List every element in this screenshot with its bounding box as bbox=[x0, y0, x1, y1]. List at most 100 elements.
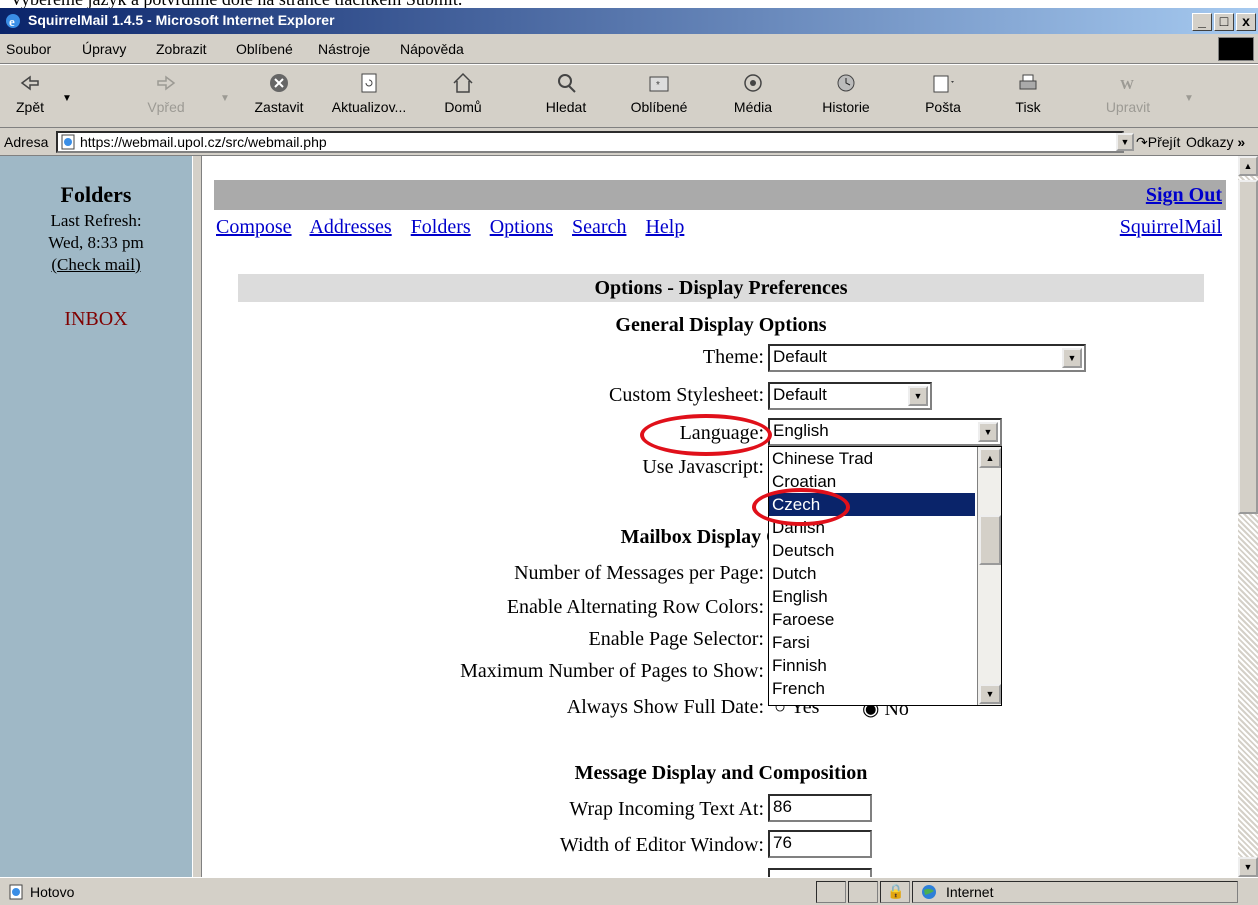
options-content: Sign Out Compose Addresses Folders Optio… bbox=[202, 156, 1238, 877]
scroll-up-icon[interactable]: ▲ bbox=[979, 448, 1001, 468]
page-scrollbar[interactable]: ▲ ▼ bbox=[1238, 156, 1258, 877]
addresses-link[interactable]: Addresses bbox=[309, 216, 391, 238]
address-label: Adresa bbox=[4, 134, 49, 150]
address-input[interactable]: https://webmail.upol.cz/src/webmail.php bbox=[56, 131, 1124, 153]
page-scroll-down-icon[interactable]: ▼ bbox=[1238, 857, 1258, 877]
home-button[interactable]: Domů bbox=[438, 69, 488, 125]
links-button[interactable]: Odkazy » bbox=[1186, 134, 1245, 150]
menu-soubor[interactable]: Soubor bbox=[6, 41, 51, 57]
mail-button[interactable]: Pošta bbox=[918, 69, 968, 125]
edit-button[interactable]: W Upravit bbox=[1100, 69, 1156, 125]
page-viewport: Folders Last Refresh: Wed, 8:33 pm (Chec… bbox=[0, 156, 1238, 877]
favorites-icon: * bbox=[649, 76, 669, 92]
menu-upravy[interactable]: Úpravy bbox=[82, 41, 126, 57]
close-button[interactable]: x bbox=[1236, 13, 1256, 31]
menu-zobrazit[interactable]: Zobrazit bbox=[156, 41, 207, 57]
home-icon bbox=[453, 72, 473, 93]
refresh-time: Wed, 8:33 pm bbox=[48, 233, 144, 252]
inbox-link[interactable]: INBOX bbox=[0, 308, 192, 331]
partial-input[interactable] bbox=[768, 868, 872, 877]
full-date-label: Always Show Full Date: bbox=[566, 696, 764, 718]
language-option[interactable]: Faroese bbox=[769, 608, 975, 631]
standard-toolbar: Zpět ▼ Vpřed ▼ Zastavit Aktualizov... Do… bbox=[0, 64, 1258, 128]
search-label: Hledat bbox=[545, 99, 587, 115]
menu-oblibene[interactable]: Oblíbené bbox=[236, 41, 293, 57]
refresh-label: Aktualizov... bbox=[331, 99, 407, 115]
language-list-scrollbar[interactable]: ▲ ▼ bbox=[977, 447, 1001, 705]
print-button[interactable]: Tisk bbox=[1008, 69, 1048, 125]
stop-button[interactable]: Zastavit bbox=[244, 69, 314, 125]
minimize-button[interactable]: _ bbox=[1192, 13, 1212, 31]
folders-frame: Folders Last Refresh: Wed, 8:33 pm (Chec… bbox=[0, 156, 192, 877]
editor-width-label: Width of Editor Window: bbox=[559, 834, 764, 856]
window-title: SquirrelMail 1.4.5 - Microsoft Internet … bbox=[28, 12, 335, 28]
scroll-thumb[interactable] bbox=[979, 515, 1001, 565]
stylesheet-dropdown-icon[interactable]: ▼ bbox=[908, 386, 928, 406]
search-icon bbox=[558, 74, 576, 93]
options-link[interactable]: Options bbox=[490, 216, 553, 238]
lock-cell: 🔒 bbox=[880, 881, 910, 903]
maximize-button[interactable]: □ bbox=[1214, 13, 1234, 31]
refresh-label: Last Refresh: bbox=[50, 211, 142, 230]
favorites-button[interactable]: * Oblíbené bbox=[622, 69, 696, 125]
forward-button[interactable]: Vpřed bbox=[138, 69, 194, 125]
history-icon bbox=[837, 74, 855, 92]
language-option[interactable]: French bbox=[769, 677, 975, 700]
language-option[interactable]: Croatian bbox=[769, 470, 975, 493]
language-option[interactable]: Deutsch bbox=[769, 539, 975, 562]
back-button[interactable]: Zpět bbox=[10, 69, 50, 125]
back-dropdown-icon[interactable]: ▼ bbox=[62, 93, 72, 104]
max-pages-label: Maximum Number of Pages to Show: bbox=[460, 660, 764, 682]
folders-link[interactable]: Folders bbox=[411, 216, 471, 238]
go-button[interactable]: ↷Přejít bbox=[1136, 134, 1180, 151]
language-option[interactable]: English bbox=[769, 585, 975, 608]
done-page-icon bbox=[9, 884, 23, 900]
sign-out-link[interactable]: Sign Out bbox=[1146, 184, 1222, 207]
check-mail-link[interactable]: (Check mail) bbox=[0, 254, 192, 276]
svg-text:*: * bbox=[656, 80, 660, 91]
page-icon bbox=[61, 134, 75, 150]
links-label: Odkazy bbox=[1186, 134, 1234, 150]
forward-dropdown-icon[interactable]: ▼ bbox=[220, 93, 230, 104]
print-icon bbox=[1019, 74, 1037, 90]
theme-select[interactable]: Default ▼ bbox=[768, 344, 1086, 372]
frame-divider[interactable] bbox=[192, 156, 202, 877]
media-button[interactable]: Média bbox=[728, 69, 778, 125]
language-option[interactable]: Finnish bbox=[769, 654, 975, 677]
language-option[interactable]: Danish bbox=[769, 516, 975, 539]
menu-napoveda[interactable]: Nápověda bbox=[400, 41, 464, 57]
language-option[interactable]: Farsi bbox=[769, 631, 975, 654]
language-select[interactable]: English ▼ bbox=[768, 418, 1002, 446]
squirrelmail-link[interactable]: SquirrelMail bbox=[1120, 216, 1222, 239]
ie-icon: e bbox=[6, 14, 20, 29]
language-option[interactable]: Chinese Trad bbox=[769, 447, 975, 470]
language-dropdown-icon[interactable]: ▼ bbox=[978, 422, 998, 442]
compose-link[interactable]: Compose bbox=[216, 216, 292, 238]
history-button[interactable]: Historie bbox=[816, 69, 876, 125]
refresh-button[interactable]: Aktualizov... bbox=[326, 69, 412, 125]
page-scroll-thumb[interactable] bbox=[1238, 180, 1258, 514]
scroll-down-icon[interactable]: ▼ bbox=[979, 684, 1001, 704]
search-button[interactable]: Hledat bbox=[538, 69, 594, 125]
alt-colors-label: Enable Alternating Row Colors: bbox=[506, 596, 764, 618]
page-scroll-up-icon[interactable]: ▲ bbox=[1238, 156, 1258, 176]
theme-dropdown-icon[interactable]: ▼ bbox=[1062, 348, 1082, 368]
mailbox-section-title: Mailbox Display Options bbox=[620, 526, 834, 548]
wrap-input[interactable]: 86 bbox=[768, 794, 872, 822]
editor-width-input[interactable]: 76 bbox=[768, 830, 872, 858]
search-link[interactable]: Search bbox=[572, 216, 626, 238]
forward-label: Vpřed bbox=[147, 99, 185, 115]
media-icon bbox=[744, 74, 762, 92]
language-option[interactable]: Dutch bbox=[769, 562, 975, 585]
status-cell bbox=[848, 881, 878, 903]
stylesheet-select[interactable]: Default ▼ bbox=[768, 382, 932, 410]
language-option-selected[interactable]: Czech bbox=[769, 493, 975, 516]
menu-nastroje[interactable]: Nástroje bbox=[318, 41, 370, 57]
address-dropdown-button[interactable]: ▼ bbox=[1116, 133, 1134, 151]
help-link[interactable]: Help bbox=[645, 216, 684, 238]
per-page-label: Number of Messages per Page: bbox=[514, 562, 764, 584]
home-label: Domů bbox=[444, 99, 482, 115]
address-url: https://webmail.upol.cz/src/webmail.php bbox=[80, 134, 327, 150]
language-dropdown-list[interactable]: Chinese Trad Croatian Czech Danish Deuts… bbox=[768, 446, 1002, 706]
edit-dropdown-icon[interactable]: ▼ bbox=[1184, 93, 1194, 104]
